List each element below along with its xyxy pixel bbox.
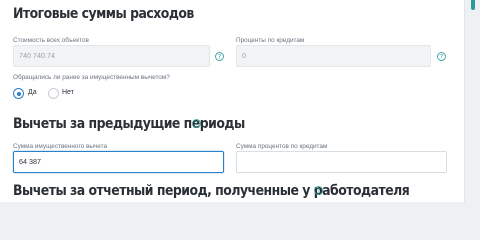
section-title-reporting-period: Вычеты за отчетный период, полученные у … [13, 183, 410, 199]
interest-amount-input[interactable] [236, 151, 447, 173]
teal-accent [471, 0, 475, 10]
svg-text:?: ? [218, 55, 221, 61]
property-cost-label: Стоимость всех объектов [13, 37, 89, 44]
property-deduction-input[interactable]: 64 387 [13, 151, 224, 173]
prior-deduction-question: Обращались ли ранее за имущественным выч… [13, 74, 170, 81]
interest-amount-label: Сумма процентов по кредитам [236, 143, 328, 150]
section-title-previous-periods: Вычеты за предыдущие периоды [13, 116, 245, 132]
help-icon[interactable]: ? [437, 52, 446, 61]
credit-interest-field: 0 [236, 45, 431, 67]
svg-text:?: ? [195, 122, 198, 128]
property-deduction-label: Сумма имущественного вычета [13, 143, 108, 150]
scroll-region [464, 0, 480, 202]
svg-text:?: ? [440, 55, 443, 61]
radio-no[interactable] [48, 88, 59, 99]
help-icon[interactable]: ? [215, 52, 224, 61]
form-card: Итоговые суммы расходов Стоимость всех о… [0, 0, 464, 202]
property-cost-field: 740 740.74 [13, 45, 210, 67]
radio-yes-label: Да [28, 89, 37, 96]
section-title-totals: Итоговые суммы расходов [13, 6, 194, 22]
help-icon[interactable]: ? [192, 119, 201, 128]
svg-text:?: ? [317, 189, 320, 195]
radio-yes[interactable] [13, 88, 24, 99]
credit-interest-label: Проценты по кредитам [236, 37, 305, 44]
help-icon[interactable]: ? [314, 186, 323, 195]
radio-no-label: Нет [62, 89, 74, 96]
